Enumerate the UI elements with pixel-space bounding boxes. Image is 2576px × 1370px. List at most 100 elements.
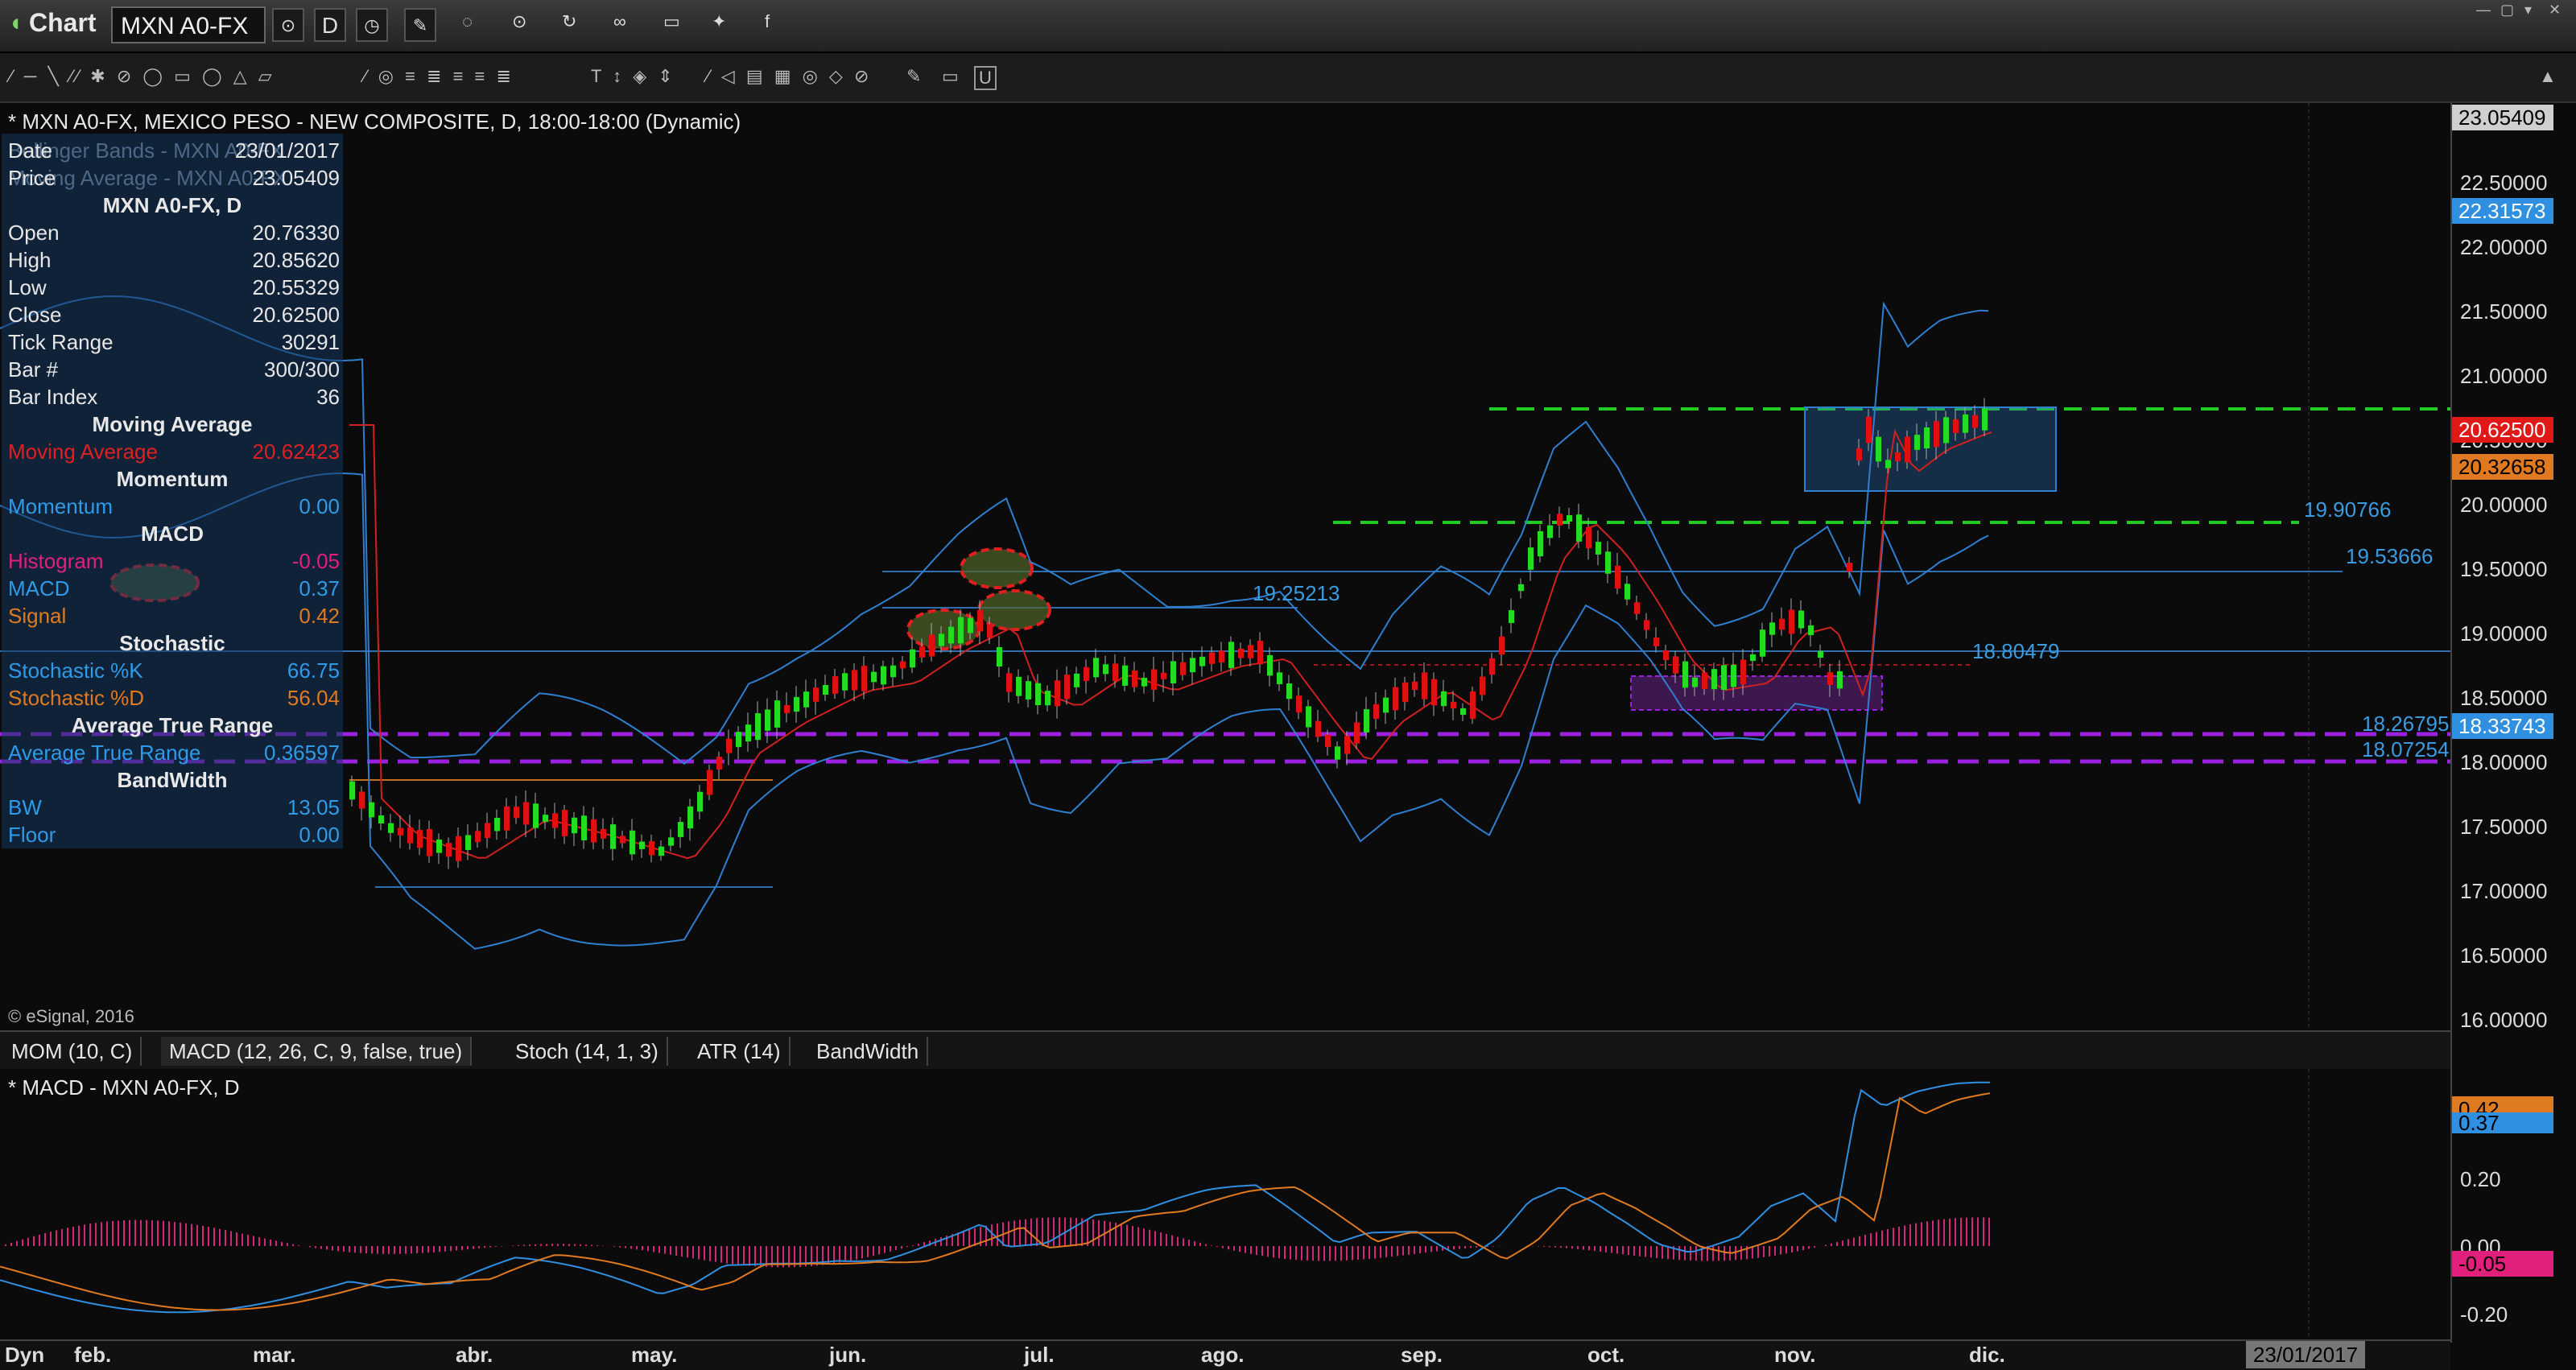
candle bbox=[910, 649, 915, 668]
candle bbox=[552, 813, 558, 828]
support-zone-box[interactable] bbox=[1630, 675, 1883, 711]
candle bbox=[369, 802, 374, 818]
candle bbox=[1180, 662, 1186, 675]
candle bbox=[1084, 666, 1089, 681]
candle bbox=[1199, 656, 1205, 666]
candle bbox=[514, 807, 519, 819]
tab-momentum[interactable]: MOM (10, C) bbox=[3, 1037, 142, 1066]
candle bbox=[1431, 679, 1437, 706]
candle bbox=[1035, 683, 1041, 706]
month-label: jul. bbox=[1024, 1343, 1055, 1367]
price-axis-label: 16.50000 bbox=[2460, 943, 2548, 968]
consolidation-box[interactable] bbox=[1804, 406, 2057, 492]
month-label: sep. bbox=[1401, 1343, 1443, 1367]
minimize-icon[interactable]: — bbox=[2476, 2, 2491, 19]
pattern-ellipse-2[interactable] bbox=[960, 547, 1034, 589]
select-icon[interactable]: ▭ bbox=[942, 66, 962, 87]
level-label-5: 18.26795 bbox=[2362, 712, 2450, 736]
tab-stochastic[interactable]: Stoch (14, 1, 3) bbox=[507, 1037, 668, 1066]
candle bbox=[630, 830, 635, 855]
macd-tag-hist: -0.05 bbox=[2452, 1251, 2553, 1277]
candle bbox=[842, 673, 848, 691]
candle bbox=[1151, 669, 1157, 690]
candle bbox=[1412, 681, 1418, 691]
tab-atr[interactable]: ATR (14) bbox=[689, 1037, 791, 1066]
candle bbox=[1509, 610, 1514, 623]
candle bbox=[1451, 701, 1456, 709]
restore-icon[interactable]: ▢ bbox=[2500, 2, 2514, 19]
candle bbox=[1190, 658, 1195, 673]
interval-button[interactable]: D bbox=[314, 8, 346, 42]
candle bbox=[1721, 665, 1727, 691]
tick-range-row: Tick Range 30291 bbox=[8, 330, 340, 354]
symbol-input[interactable]: MXN A0-FX bbox=[111, 6, 266, 43]
candle bbox=[1847, 563, 1852, 572]
candle bbox=[1634, 602, 1640, 614]
candle bbox=[1161, 672, 1166, 679]
month-label: ago. bbox=[1201, 1343, 1245, 1367]
macd-axis-label: 0.20 bbox=[2460, 1167, 2501, 1191]
price-chart-svg[interactable] bbox=[0, 103, 2450, 1029]
low-row: Low 20.55329 bbox=[8, 275, 340, 299]
ma-heading: Moving Average bbox=[92, 412, 253, 436]
candle bbox=[1567, 514, 1572, 522]
text-tools-icon[interactable]: T ↕ ◈ ⇕ bbox=[591, 66, 676, 87]
candle bbox=[1306, 706, 1311, 728]
line-tools-icon[interactable]: ⁄ ─ ╲ ⁄⁄ ✱ ⊘ ◯ ▭ ◯ △ ▱ bbox=[10, 66, 275, 87]
close-row: Close 20.62500 bbox=[8, 303, 340, 327]
refresh-icon[interactable]: ↻ bbox=[562, 11, 576, 32]
candle bbox=[755, 713, 761, 741]
fib-tools-icon[interactable]: ⁄ ◎ ≡ ≣ ≡ ≡ ≣ bbox=[364, 66, 514, 87]
close-icon[interactable]: ✕ bbox=[2549, 2, 2561, 19]
stoch-k-row: Stochastic %K 66.75 bbox=[8, 658, 340, 683]
month-label: nov. bbox=[1774, 1343, 1816, 1367]
candle bbox=[823, 684, 828, 695]
clock-icon[interactable]: ◷ bbox=[356, 8, 388, 42]
candle bbox=[977, 609, 983, 632]
candle bbox=[1528, 547, 1534, 570]
settings-icon[interactable]: ▾ bbox=[2524, 2, 2532, 19]
candle bbox=[987, 624, 993, 638]
time-axis-corner: Dyn bbox=[5, 1343, 45, 1367]
candle bbox=[852, 670, 857, 691]
candle bbox=[485, 823, 490, 839]
tab-bandwidth[interactable]: BandWidth bbox=[808, 1037, 929, 1066]
macd-chart-svg[interactable] bbox=[0, 1069, 2450, 1339]
facebook-icon[interactable]: f bbox=[765, 11, 770, 32]
candle bbox=[1586, 526, 1591, 549]
link-icon[interactable]: ⊙ bbox=[272, 8, 304, 42]
candle bbox=[533, 803, 539, 828]
comment-icon[interactable]: ▭ bbox=[663, 11, 680, 32]
twitter-icon[interactable]: ✦ bbox=[712, 11, 726, 32]
tab-macd[interactable]: MACD (12, 26, C, 9, false, true) bbox=[161, 1037, 473, 1066]
candle bbox=[745, 724, 751, 742]
pencil-icon[interactable]: ✎ bbox=[404, 8, 436, 42]
candle bbox=[939, 633, 944, 646]
cursor-icon[interactable]: ◌ bbox=[462, 11, 473, 32]
price-axis-label: 20.00000 bbox=[2460, 493, 2548, 517]
month-label: oct. bbox=[1587, 1343, 1625, 1367]
candle bbox=[794, 696, 799, 712]
target-icon[interactable]: ⊙ bbox=[512, 11, 526, 32]
misc-tools-icon[interactable]: ⁄ ◁ ▤ ▦ ◎ ◇ ⊘ bbox=[707, 66, 872, 87]
link-chain-icon[interactable]: ∞ bbox=[613, 11, 626, 32]
eraser-icon[interactable]: ✎ bbox=[906, 66, 924, 87]
candle bbox=[378, 815, 384, 823]
toolbar-scroll-icon[interactable]: ▲ bbox=[2539, 66, 2560, 87]
magnet-icon[interactable]: U bbox=[974, 66, 997, 90]
candle bbox=[1093, 658, 1099, 678]
month-label: jun. bbox=[829, 1343, 867, 1367]
candle bbox=[1480, 676, 1485, 695]
candle bbox=[1837, 671, 1843, 689]
price-axis-label: 21.00000 bbox=[2460, 364, 2548, 388]
candle bbox=[1499, 636, 1505, 655]
candle bbox=[1808, 625, 1814, 636]
price-axis-label: 19.50000 bbox=[2460, 557, 2548, 581]
candle bbox=[968, 617, 973, 633]
candle bbox=[1682, 661, 1688, 688]
candle bbox=[1538, 530, 1543, 557]
atr-row: Average True Range 0.36597 bbox=[8, 741, 340, 765]
candle bbox=[649, 841, 654, 856]
candle bbox=[601, 828, 606, 839]
candle bbox=[1905, 436, 1910, 463]
